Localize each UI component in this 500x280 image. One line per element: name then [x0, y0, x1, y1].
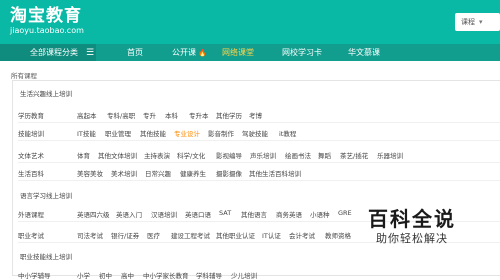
- category-link[interactable]: 本科: [165, 110, 178, 120]
- category-link[interactable]: 汉语培训: [151, 209, 177, 219]
- category-link[interactable]: 英语口语: [185, 209, 211, 219]
- category-link[interactable]: 声乐培训: [250, 150, 276, 160]
- nav-item-label: 首页: [127, 48, 143, 57]
- category-link[interactable]: 其他技能: [140, 128, 166, 138]
- category-link[interactable]: IT认证: [262, 230, 281, 240]
- nav-item-label: 公开课: [172, 48, 196, 57]
- category-link[interactable]: 小语种: [310, 209, 330, 219]
- category-link[interactable]: 商务英语: [276, 209, 302, 219]
- category-link[interactable]: SAT: [219, 209, 231, 217]
- fire-icon: 🔥: [198, 48, 207, 57]
- row-label-exams: 职业考试: [18, 232, 44, 240]
- watermark-logo: 百科全说 助你轻松解决: [368, 203, 500, 249]
- category-link[interactable]: 英语入门: [116, 209, 142, 219]
- row-divider: [18, 162, 500, 163]
- site-logo[interactable]: 淘宝教育 jiaoyu.taobao.com: [10, 7, 84, 36]
- category-link[interactable]: 绘画书法: [285, 150, 311, 160]
- section-title-vocational: 职业技能线上培训: [20, 253, 72, 261]
- row-label-education: 学历教育: [18, 112, 44, 120]
- category-link[interactable]: 高起本: [77, 110, 97, 120]
- site-header: 淘宝教育 jiaoyu.taobao.com 课程 ▾: [0, 0, 500, 44]
- category-link[interactable]: 考博: [249, 110, 262, 120]
- watermark-title: 百科全说: [368, 207, 456, 231]
- category-link[interactable]: 其他职业认证: [216, 230, 255, 240]
- nav-item-label: 华文慕课: [348, 48, 380, 57]
- row-divider: [18, 180, 500, 181]
- category-link[interactable]: 专升: [143, 110, 156, 120]
- category-link[interactable]: 高中: [121, 270, 134, 280]
- category-link[interactable]: 教师资格: [325, 230, 351, 240]
- category-link[interactable]: 专科/高职: [107, 110, 135, 120]
- watermark-subtitle: 助你轻松解决: [376, 232, 448, 245]
- category-link[interactable]: 其他学历: [216, 110, 242, 120]
- category-link[interactable]: 日常兴趣: [145, 168, 171, 178]
- search-scope-label: 课程: [461, 18, 475, 26]
- category-link[interactable]: 银行/证券: [111, 230, 139, 240]
- search-scope-select[interactable]: 课程 ▾: [455, 13, 500, 31]
- row-label-foreign-language: 外语课程: [18, 211, 44, 219]
- category-link[interactable]: 小学: [77, 270, 90, 280]
- breadcrumb: 所有课程: [11, 72, 37, 80]
- category-link[interactable]: 医疗: [147, 230, 160, 240]
- category-link[interactable]: 中小学家长教育: [143, 270, 189, 280]
- category-link[interactable]: 美容美妆: [77, 168, 103, 178]
- category-link[interactable]: 乐器培训: [377, 150, 403, 160]
- category-link-active[interactable]: 专业设计: [174, 128, 200, 138]
- section-title-lifestyle: 生活兴趣线上培训: [20, 90, 72, 98]
- category-link[interactable]: 摄影摄像: [216, 168, 242, 178]
- category-link[interactable]: 驾驶技能: [242, 128, 268, 138]
- category-link[interactable]: 学科辅导: [196, 270, 222, 280]
- category-link[interactable]: 建设工程考试: [171, 230, 210, 240]
- category-link[interactable]: 英语四六级: [77, 209, 110, 219]
- nav-item-study-card[interactable]: 网校学习卡: [282, 44, 322, 61]
- category-link[interactable]: 职业管理: [105, 128, 131, 138]
- category-link[interactable]: 会计考试: [289, 230, 315, 240]
- category-link[interactable]: it教程: [279, 128, 296, 138]
- category-link[interactable]: 美术培训: [111, 168, 137, 178]
- logo-domain: jiaoyu.taobao.com: [10, 26, 84, 35]
- category-link[interactable]: 少儿培训: [231, 270, 257, 280]
- logo-title: 淘宝教育: [10, 6, 82, 26]
- nav-item-online-class[interactable]: 网络课堂: [222, 44, 254, 61]
- category-link[interactable]: 专升本: [189, 110, 209, 120]
- category-link[interactable]: 舞蹈: [318, 150, 331, 160]
- menu-icon: ☰: [86, 47, 95, 58]
- category-link[interactable]: 影音制作: [208, 128, 234, 138]
- nav-item-open-course[interactable]: 公开课 🔥: [172, 44, 207, 61]
- category-link[interactable]: 科学/文化: [177, 150, 205, 160]
- main-nav: 全部课程分类 ☰ 首页 公开课 🔥 网络课堂 网校学习卡 华文慕课: [0, 44, 500, 61]
- all-categories-button[interactable]: 全部课程分类 ☰: [0, 44, 96, 61]
- category-link[interactable]: 体育: [77, 150, 90, 160]
- nav-item-label: 网校学习卡: [282, 48, 322, 57]
- category-link[interactable]: 健康养生: [180, 168, 206, 178]
- row-divider: [18, 140, 500, 141]
- category-link[interactable]: 其他生活百科培训: [249, 168, 301, 178]
- category-link[interactable]: 司法考试: [77, 230, 103, 240]
- category-link[interactable]: 茶艺/插花: [340, 150, 368, 160]
- all-categories-label: 全部课程分类: [30, 48, 78, 57]
- category-link[interactable]: GRE: [338, 209, 352, 217]
- category-link[interactable]: 其他语言: [241, 209, 267, 219]
- section-title-language: 语言学习线上培训: [20, 192, 72, 200]
- row-label-life: 生活百科: [18, 170, 44, 178]
- row-divider: [18, 122, 500, 123]
- chevron-down-icon: ▾: [479, 18, 483, 26]
- row-label-k12: 中小学辅导: [18, 272, 51, 280]
- category-link[interactable]: 影视编导: [216, 150, 242, 160]
- nav-item-home[interactable]: 首页: [127, 44, 143, 61]
- category-link[interactable]: 主持表演: [144, 150, 170, 160]
- row-label-arts: 文体艺术: [18, 152, 44, 160]
- category-link[interactable]: IT技能: [77, 128, 96, 138]
- nav-item-label: 网络课堂: [222, 48, 254, 57]
- category-link[interactable]: 其他文体培训: [98, 150, 137, 160]
- category-link[interactable]: 初中: [99, 270, 112, 280]
- nav-item-mooc[interactable]: 华文慕课: [348, 44, 380, 61]
- row-label-skills: 技能培训: [18, 130, 44, 138]
